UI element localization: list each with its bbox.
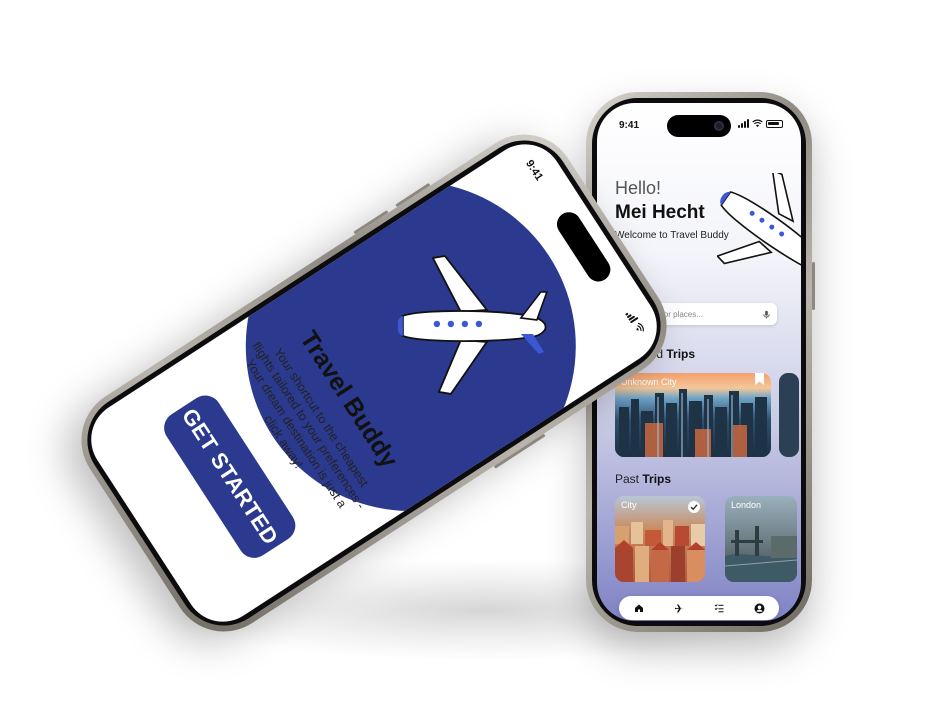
signal-icon xyxy=(625,309,639,324)
tab-profile[interactable] xyxy=(752,601,766,615)
welcome-text: Welcome to Travel Buddy xyxy=(615,230,729,241)
card-city-label: City xyxy=(621,500,637,510)
home-icon xyxy=(635,604,643,612)
camera-icon xyxy=(714,121,724,131)
tab-list[interactable] xyxy=(712,601,726,615)
card-city-label: London xyxy=(731,500,762,510)
past-trips-heading: Past Trips xyxy=(615,472,672,486)
plane-icon xyxy=(674,604,684,612)
microphone-icon[interactable] xyxy=(762,310,771,319)
past-trip-card[interactable]: City xyxy=(615,496,705,582)
wifi-icon xyxy=(752,119,763,128)
power-button xyxy=(812,262,815,310)
user-name: Mei Hecht xyxy=(615,202,705,223)
dynamic-island xyxy=(667,115,731,137)
battery-icon xyxy=(766,119,783,128)
wifi-icon xyxy=(636,322,644,332)
airplane-illustration xyxy=(397,254,548,395)
signal-icon xyxy=(738,119,749,128)
visited-check-icon xyxy=(688,501,700,513)
status-time: 9:41 xyxy=(619,120,640,131)
next-featured-card[interactable] xyxy=(779,373,799,457)
tab-flights[interactable] xyxy=(672,601,686,615)
featured-trip-card[interactable]: Unknown City xyxy=(615,373,771,457)
greeting-hello: Hello! xyxy=(615,178,662,198)
card-city-label: Unknown City xyxy=(621,377,677,387)
status-icons xyxy=(738,119,783,128)
mockup-stage: 9:41 Hello! Mei Hecht Welcome to Travel … xyxy=(0,0,946,709)
profile-icon xyxy=(754,603,764,613)
list-icon xyxy=(714,604,724,613)
status-time: 9:41 xyxy=(523,158,546,184)
dynamic-island xyxy=(552,207,615,287)
airplane-illustration xyxy=(717,173,801,273)
status-icons xyxy=(625,309,646,335)
past-trip-card[interactable]: London xyxy=(725,496,797,582)
bottom-tab-bar xyxy=(619,596,779,620)
tab-home[interactable] xyxy=(632,601,646,615)
